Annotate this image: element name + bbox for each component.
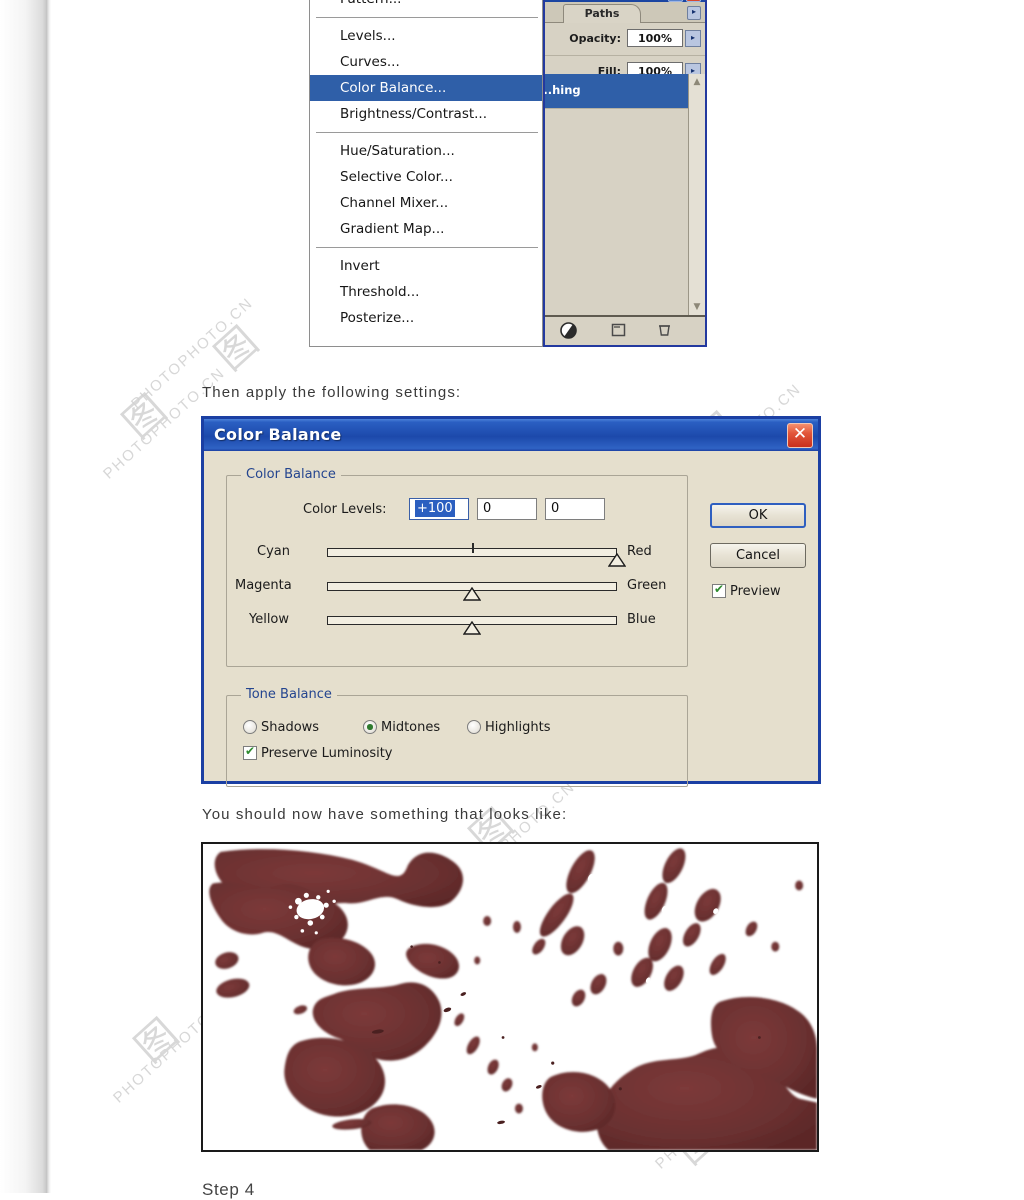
instruction-text-2: You should now have something that looks…	[202, 806, 568, 823]
menu-item-brightness-contrast[interactable]: Brightness/Contrast...	[310, 101, 542, 127]
slider-yellow-blue[interactable]: Yellow Blue	[227, 610, 687, 635]
radio-label-midtones[interactable]: Midtones	[381, 720, 440, 735]
slider-label-cyan: Cyan	[257, 544, 290, 559]
palette-tabs[interactable]: Paths ▸	[545, 2, 705, 23]
slider-thumb-magenta-green[interactable]	[463, 587, 481, 601]
radio-label-highlights[interactable]: Highlights	[485, 720, 550, 735]
list-item[interactable]: ...hing	[545, 74, 689, 109]
radio-shadows[interactable]	[243, 720, 257, 734]
menu-item-pattern[interactable]: Pattern...	[310, 0, 542, 12]
slider-label-red: Red	[627, 544, 652, 559]
blood-splatter-svg	[203, 844, 817, 1150]
slider-label-blue: Blue	[627, 612, 656, 627]
menu-item-posterize[interactable]: Posterize...	[310, 305, 542, 331]
menu-separator	[316, 132, 538, 133]
dialog-title: Color Balance	[214, 425, 342, 444]
slider-magenta-green[interactable]: Magenta Green	[227, 576, 687, 601]
layer-list[interactable]: ...hing	[545, 74, 705, 317]
tone-balance-group: Tone Balance Shadows Midtones Highlights…	[226, 687, 688, 787]
palette-menu-icon[interactable]: ▸	[687, 6, 701, 20]
slider-thumb-yellow-blue[interactable]	[463, 621, 481, 635]
color-level-green-input[interactable]: 0	[477, 498, 537, 520]
slider-label-green: Green	[627, 578, 667, 593]
slider-center-tick	[472, 543, 474, 553]
close-icon[interactable]: ✕	[787, 423, 813, 448]
slider-cyan-red[interactable]: Cyan Red	[227, 542, 687, 567]
menu-item-curves[interactable]: Curves...	[310, 49, 542, 75]
slider-thumb-cyan-red[interactable]	[608, 553, 626, 567]
color-level-red-value: +100	[415, 500, 455, 517]
scroll-down-icon[interactable]: ▼	[690, 301, 704, 315]
slider-label-yellow: Yellow	[249, 612, 290, 627]
opacity-label: Opacity:	[569, 32, 621, 45]
slider-label-magenta: Magenta	[235, 578, 292, 593]
next-step-heading: Step 4	[202, 1180, 255, 1199]
menu-item-color-balance[interactable]: Color Balance...	[310, 75, 542, 101]
checkbox-preview[interactable]	[712, 582, 726, 598]
color-balance-dialog[interactable]: Color Balance ✕ Color Balance Color Leve…	[201, 416, 821, 787]
menu-item-selective-color[interactable]: Selective Color...	[310, 164, 542, 190]
label-preview[interactable]: Preview	[730, 584, 781, 599]
scroll-up-icon[interactable]: ▲	[690, 76, 704, 90]
menu-item-invert[interactable]: Invert	[310, 253, 542, 279]
menu-item-threshold[interactable]: Threshold...	[310, 279, 542, 305]
palette-bottom-toolbar[interactable]	[545, 315, 705, 345]
opacity-slider-arrow-icon[interactable]: ▸	[685, 30, 701, 47]
instruction-text-1: Then apply the following settings:	[202, 384, 462, 401]
cancel-button[interactable]: Cancel	[710, 543, 806, 568]
checkbox-preserve-luminosity[interactable]	[243, 744, 257, 760]
opacity-row: Opacity: 100% ▸	[545, 23, 705, 56]
color-level-blue-input[interactable]: 0	[545, 498, 605, 520]
dialog-titlebar[interactable]: Color Balance ✕	[204, 419, 818, 451]
tab-paths[interactable]: Paths	[563, 4, 641, 23]
menu-separator	[316, 17, 538, 18]
color-balance-legend: Color Balance	[241, 467, 341, 482]
menu-item-hue-saturation[interactable]: Hue/Saturation...	[310, 138, 542, 164]
opacity-input[interactable]: 100%	[627, 29, 683, 47]
adjustment-layer-icon[interactable]	[559, 322, 577, 340]
color-balance-group: Color Balance Color Levels: +100 0 0 Cya…	[226, 467, 688, 667]
radio-midtones[interactable]	[363, 720, 377, 734]
adjustment-layer-menu[interactable]: Pattern... Levels... Curves... Color Bal…	[309, 0, 543, 347]
color-levels-label: Color Levels:	[303, 502, 387, 517]
tone-balance-legend: Tone Balance	[241, 687, 337, 702]
blood-splatter-image	[201, 842, 819, 1152]
delete-layer-icon[interactable]	[655, 322, 673, 340]
page-left-gutter	[0, 0, 46, 1193]
new-layer-icon[interactable]	[609, 322, 627, 340]
radio-label-shadows[interactable]: Shadows	[261, 720, 319, 735]
color-level-red-input[interactable]: +100	[409, 498, 469, 520]
ok-button[interactable]: OK	[710, 503, 806, 528]
menu-item-channel-mixer[interactable]: Channel Mixer...	[310, 190, 542, 216]
label-preserve-luminosity[interactable]: Preserve Luminosity	[261, 746, 393, 761]
dialog-body: Color Balance Color Levels: +100 0 0 Cya…	[204, 451, 818, 787]
layer-name: ...hing	[543, 83, 581, 97]
menu-separator	[316, 247, 538, 248]
radio-highlights[interactable]	[467, 720, 481, 734]
menu-item-levels[interactable]: Levels...	[310, 23, 542, 49]
palette-scrollbar[interactable]: ▲ ▼	[688, 74, 705, 317]
menu-item-gradient-map[interactable]: Gradient Map...	[310, 216, 542, 242]
layers-palette[interactable]: ✕ Paths ▸ Opacity: 100% ▸ Fill: 100% ▸ .…	[543, 0, 707, 347]
